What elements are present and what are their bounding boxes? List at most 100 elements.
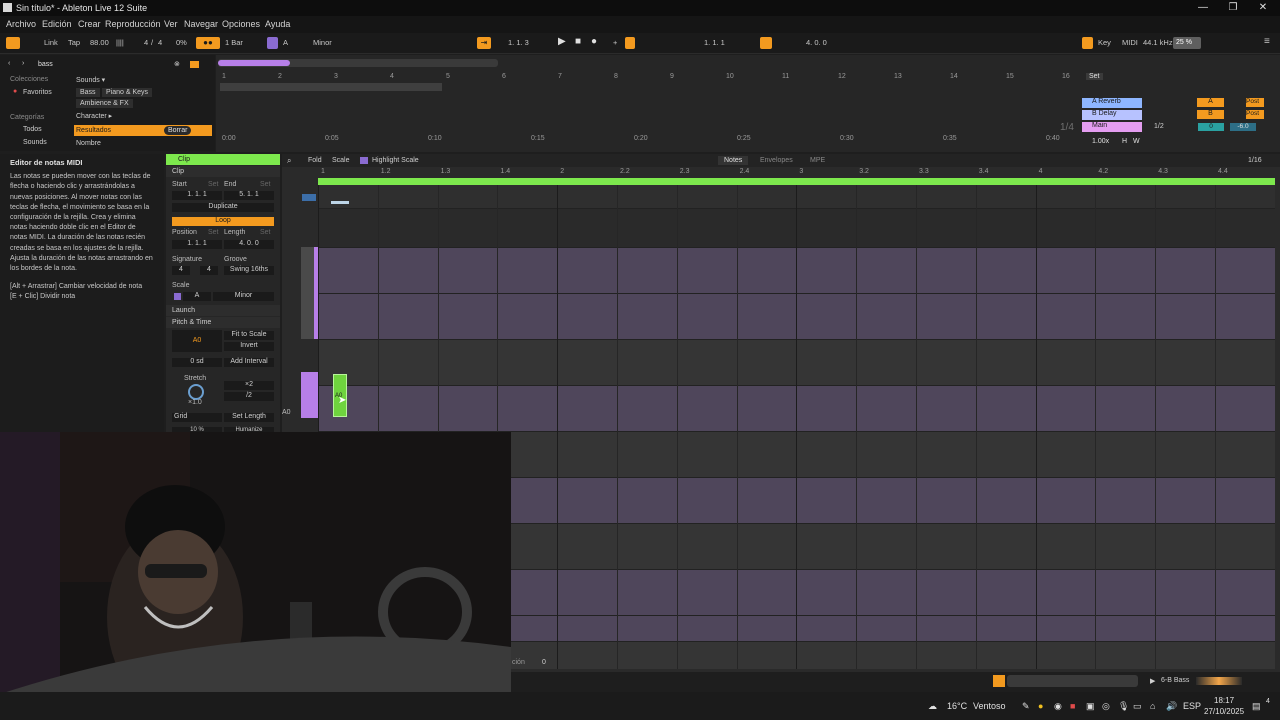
send-b-button[interactable]: B [1197,110,1224,119]
sig-denominator[interactable]: 4 [158,38,162,47]
follow-icon[interactable]: ⇥ [477,37,491,49]
filter-icon[interactable] [190,61,199,68]
tempo-field[interactable]: 88.00 [90,38,109,47]
tag-ambience-fx[interactable]: Ambience & FX [76,99,133,108]
notification-icon[interactable]: ▤ [1252,701,1261,712]
tray-circle-icon[interactable]: ◎ [1102,701,1110,712]
device-play-icon[interactable]: ▶ [1150,677,1155,685]
character-filter[interactable]: Character ▸ [76,112,112,120]
key-scale-select[interactable]: Minor [313,38,332,47]
play-icon[interactable]: ▶ [558,36,566,47]
set-length-button[interactable]: Set Length [224,413,274,422]
tray-red-icon[interactable]: ■ [1070,701,1075,711]
forward-icon[interactable]: › [22,60,24,67]
volume-icon[interactable]: 🔊 [1166,701,1177,712]
mic-icon[interactable]: 🎙 [1118,701,1129,712]
pitch-time-section[interactable]: Pitch & Time [166,317,280,328]
w-button[interactable]: W [1133,138,1140,145]
arrangement-position[interactable]: 1. 1. 3 [508,38,529,47]
display-icon[interactable]: ▭ [1133,701,1142,712]
clock-date[interactable]: 27/10/2025 [1204,707,1244,716]
link-button[interactable]: Link [44,38,58,47]
post-a-button[interactable]: Post [1246,98,1264,107]
post-b-button[interactable]: Post [1246,110,1264,119]
menu-icon[interactable]: ≡ [1264,36,1270,47]
weather-text[interactable]: Ventoso [973,701,1006,711]
tray-chat-icon[interactable]: ▣ [1086,701,1095,712]
menu-opciones[interactable]: Opciones [222,19,260,29]
sig-num-field[interactable]: 4 [172,266,190,275]
overdub-icon[interactable]: + [613,38,617,47]
network-icon[interactable]: ⌂ [1150,701,1155,711]
tray-app-icon[interactable]: ● [1038,701,1043,711]
launch-section[interactable]: Launch [166,305,280,316]
search-icon[interactable]: ⌕ [287,156,291,166]
tap-button[interactable]: Tap [68,38,80,47]
menu-ayuda[interactable]: Ayuda [265,19,290,29]
sounds-filter-header[interactable]: Sounds ▾ [76,76,105,84]
key-map-button[interactable]: Key [1098,38,1111,47]
status-scrollbar[interactable] [1007,675,1138,687]
bottom-param-value[interactable]: 0 [542,659,546,666]
loop-button[interactable]: Loop [172,217,274,226]
duplicate-button[interactable]: Duplicate [172,203,274,212]
end-field[interactable]: 5. 1. 1 [224,191,274,200]
sounds-item[interactable]: Sounds [23,139,47,146]
main-track[interactable]: Main [1082,122,1142,132]
tray-record-icon[interactable]: ◉ [1054,701,1062,712]
all-item[interactable]: Todos [23,126,42,133]
scale-icon[interactable] [174,293,181,300]
menu-reproduccion[interactable]: Reproducción [105,19,161,29]
temperature[interactable]: 16°C [947,701,967,711]
scale-name-select[interactable]: Minor [213,292,274,301]
bar-ruler[interactable]: 1 2 3 4 5 6 7 8 9 10 11 12 13 14 15 16 [216,73,1076,83]
position-field[interactable]: 1. 1. 1 [172,240,222,249]
clear-results-button[interactable]: Borrar [164,126,192,135]
clear-search-icon[interactable]: ⊗ [174,60,180,68]
metronome-bars-icon[interactable]: |||| [116,38,124,47]
name-column-header[interactable]: Nombre [76,140,101,147]
main-route[interactable]: 1/2 [1154,123,1164,130]
restore-icon[interactable]: ❐ [1226,1,1240,15]
main-pan[interactable]: -6.0 [1230,123,1256,131]
grid-select[interactable]: Grid [172,413,222,422]
back-icon[interactable]: ‹ [8,60,10,67]
grid-setting[interactable]: 1/16 [1248,157,1262,164]
fit-to-scale-button[interactable]: Fit to Scale [224,331,274,340]
loop-toggle-icon[interactable] [760,37,772,49]
note-field[interactable]: A0 [172,330,222,352]
clip-title-bar[interactable]: Clip [166,154,280,165]
automation-arm-icon[interactable] [625,37,635,49]
stop-icon[interactable]: ■ [575,36,581,47]
main-volume[interactable]: 0 [1198,123,1224,131]
clock-time[interactable]: 18:17 [1214,696,1234,705]
beat-ruler[interactable]: 1 1.2 1.3 1.4 2 2.2 2.3 2.4 3 3.2 3.3 3.4 4 4.2 4.3 4.4 [318,168,1275,178]
start-set-button[interactable]: Set [208,181,219,188]
status-alert-icon[interactable] [993,675,1005,687]
send-a-button[interactable]: A [1197,98,1224,107]
set-button[interactable]: Set [1086,73,1103,80]
piano-key-a0[interactable] [301,372,318,418]
key-root-select[interactable]: A [283,38,288,47]
keymap-icon[interactable] [1082,37,1093,49]
menu-navegar[interactable]: Navegar [184,19,218,29]
h-button[interactable]: H [1122,138,1127,145]
tag-piano-keys[interactable]: Piano & Keys [102,88,153,97]
scale-root-select[interactable]: A [183,292,211,301]
invert-button[interactable]: Invert [224,342,274,351]
sig-numerator[interactable]: 4 [144,38,148,47]
record-icon[interactable]: ● [591,36,597,47]
metronome-icon[interactable]: ●● [196,37,220,49]
favorites-item[interactable]: Favoritos [23,89,52,96]
search-input[interactable]: bass [38,61,53,68]
device-name[interactable]: 6-B Bass [1161,677,1189,684]
loop-length-field[interactable]: 4. 0. 0 [806,38,827,47]
close-icon[interactable]: ✕ [1256,1,1270,15]
sig-den-field[interactable]: 4 [200,266,218,275]
tag-bass[interactable]: Bass [76,88,100,97]
position-set-button[interactable]: Set [208,229,219,236]
menu-edicion[interactable]: Edición [42,19,72,29]
highlight-scale-checkbox[interactable] [360,157,368,164]
pen-icon[interactable]: ✎ [1022,701,1030,712]
loop-brace[interactable] [318,178,1275,185]
